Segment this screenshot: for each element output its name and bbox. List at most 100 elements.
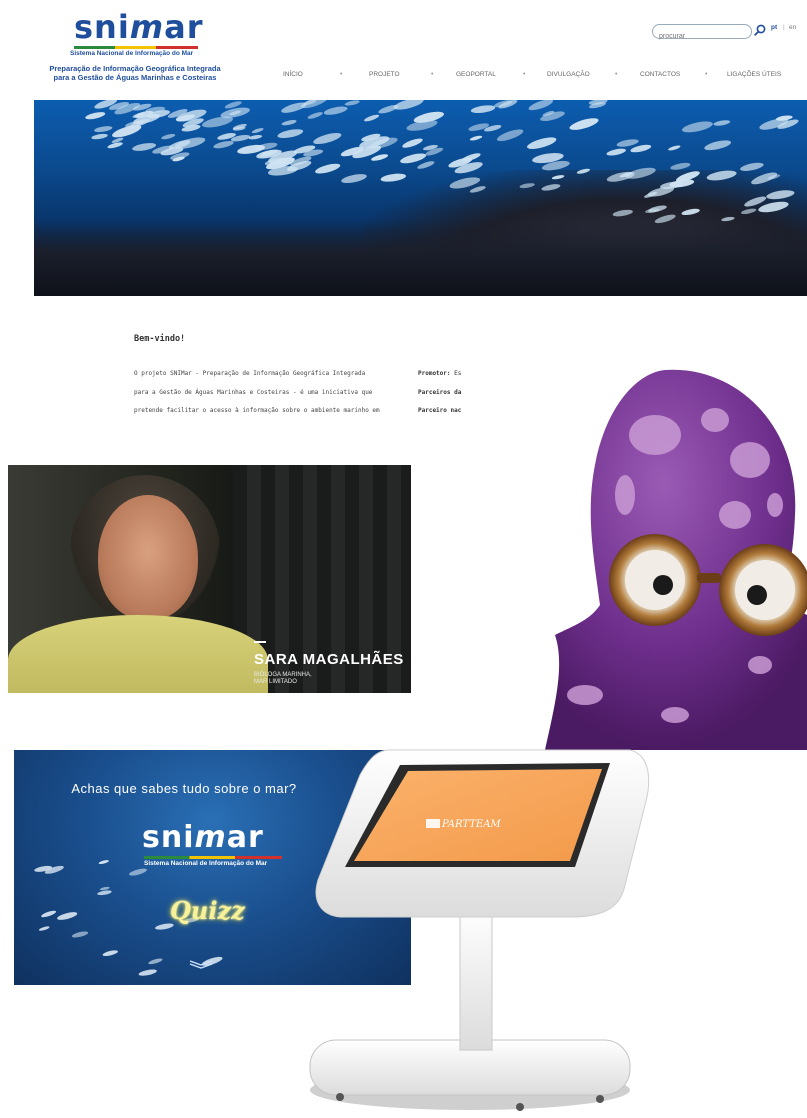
caption-role-line-1: BIÓLOGA MARINHA, xyxy=(254,672,312,678)
fish xyxy=(323,106,348,115)
snimar-logo[interactable]: snimar Sistema Nacional de Informação do… xyxy=(60,8,220,60)
fish xyxy=(469,186,486,193)
fish xyxy=(541,184,561,191)
parceiros-label: Parceiros da xyxy=(418,389,462,396)
fish xyxy=(519,183,535,189)
lang-en-link[interactable]: en xyxy=(789,24,796,31)
fish xyxy=(681,208,700,216)
nav-item-inicio[interactable]: INÍCIO xyxy=(283,71,303,78)
fish xyxy=(706,170,737,181)
fish xyxy=(713,120,731,126)
fish xyxy=(630,144,652,153)
fish xyxy=(344,100,360,106)
logo-wordmark: snimar xyxy=(74,8,204,46)
nav-separator: • xyxy=(615,71,618,78)
search-box[interactable] xyxy=(652,24,752,43)
fish xyxy=(38,926,50,931)
fish xyxy=(569,118,599,130)
fish xyxy=(248,135,263,140)
fish xyxy=(470,105,496,114)
nav-separator: • xyxy=(705,71,708,78)
welcome-line-1: O projeto SNIMar - Preparação de Informa… xyxy=(134,370,366,377)
interview-video-still: SARA MAGALHÃES BIÓLOGA MARINHA, MAR LIMI… xyxy=(8,465,411,693)
fish xyxy=(681,121,713,133)
promotor-label: Promotor: xyxy=(418,370,451,377)
fish xyxy=(498,100,518,109)
fish xyxy=(741,208,757,215)
fish xyxy=(307,112,323,119)
logo-color-bar xyxy=(74,46,198,49)
nav-item-projeto[interactable]: PROJETO xyxy=(369,71,400,78)
fish xyxy=(213,140,234,149)
fish xyxy=(616,139,639,147)
welcome-title: Bem-vindo! xyxy=(134,334,186,344)
fish-school xyxy=(85,100,799,224)
fish xyxy=(670,162,691,170)
nav-item-divulgacao[interactable]: DIVULGAÇÃO xyxy=(547,71,590,78)
fish xyxy=(496,129,524,142)
fish xyxy=(400,153,427,164)
fish xyxy=(251,128,264,134)
caption-name: SARA MAGALHÃES xyxy=(254,651,404,668)
fish xyxy=(315,163,341,174)
touchscreen-kiosk-image: PARTTEAM xyxy=(309,749,650,1111)
fish xyxy=(576,168,591,174)
fish xyxy=(71,931,89,938)
fish xyxy=(57,912,78,920)
fish xyxy=(85,112,106,120)
parceiros-line: Parceiros da xyxy=(418,389,461,396)
caption-role: BIÓLOGA MARINHA, MAR LIMITADO xyxy=(254,672,312,686)
quiz-logo-color-bar xyxy=(144,856,282,859)
welcome-line-2: para a Gestão de Águas Marinhas e Costei… xyxy=(134,389,373,396)
lang-pt-link[interactable]: pt xyxy=(771,24,777,31)
fish xyxy=(469,135,483,141)
fish xyxy=(371,154,389,161)
fish xyxy=(102,950,118,956)
fish xyxy=(98,860,109,865)
fish xyxy=(528,100,554,111)
main-nav: INÍCIO • PROJETO • GEOPORTAL • DIVULGAÇÃ… xyxy=(0,71,807,83)
fish xyxy=(281,120,297,126)
caption-role-line-2: MAR LIMITADO xyxy=(254,679,297,685)
parceiro-nacional-line: Parceiro nac xyxy=(418,407,461,414)
fish xyxy=(380,173,407,182)
nav-item-contactos[interactable]: CONTACTOS xyxy=(640,71,680,78)
nav-separator: • xyxy=(431,71,434,78)
promotor-value: Es xyxy=(454,370,462,377)
fish xyxy=(740,162,764,171)
fish xyxy=(704,140,732,151)
caption-bar xyxy=(254,641,266,643)
chevron-down-icon[interactable] xyxy=(188,959,214,969)
fish xyxy=(97,890,112,896)
fish xyxy=(313,132,342,145)
fish xyxy=(91,133,108,140)
fish xyxy=(161,133,176,140)
octopus-mascot-image xyxy=(545,369,807,750)
fish xyxy=(612,209,633,217)
fish xyxy=(393,100,424,110)
fish xyxy=(417,161,435,169)
fish xyxy=(461,153,481,162)
person-face xyxy=(98,495,198,620)
person-sweater xyxy=(8,615,268,693)
search-icon[interactable] xyxy=(754,24,766,36)
fish xyxy=(551,175,565,180)
search-input[interactable] xyxy=(653,30,747,43)
nav-separator: • xyxy=(340,71,343,78)
fish xyxy=(364,114,380,122)
nav-separator: • xyxy=(523,71,526,78)
nav-item-ligacoes-uteis[interactable]: LIGAÇÕES ÚTEIS xyxy=(727,71,781,78)
fish xyxy=(138,969,157,976)
fish xyxy=(148,958,163,965)
fish xyxy=(99,886,110,891)
nav-item-geoportal[interactable]: GEOPORTAL xyxy=(456,71,496,78)
logo-subtitle: Sistema Nacional de Informação do Mar xyxy=(70,50,194,57)
quiz-logo-subtitle: Sistema Nacional de Informação do Mar xyxy=(144,860,268,867)
kiosk-brand-logo: PARTTEAM xyxy=(441,819,501,830)
promotor-line: Promotor: Es xyxy=(418,370,461,377)
lang-separator: | xyxy=(783,24,785,31)
fish xyxy=(277,129,304,139)
fish xyxy=(721,216,735,222)
hero-banner-fish-school xyxy=(34,100,807,296)
fish xyxy=(341,174,367,184)
